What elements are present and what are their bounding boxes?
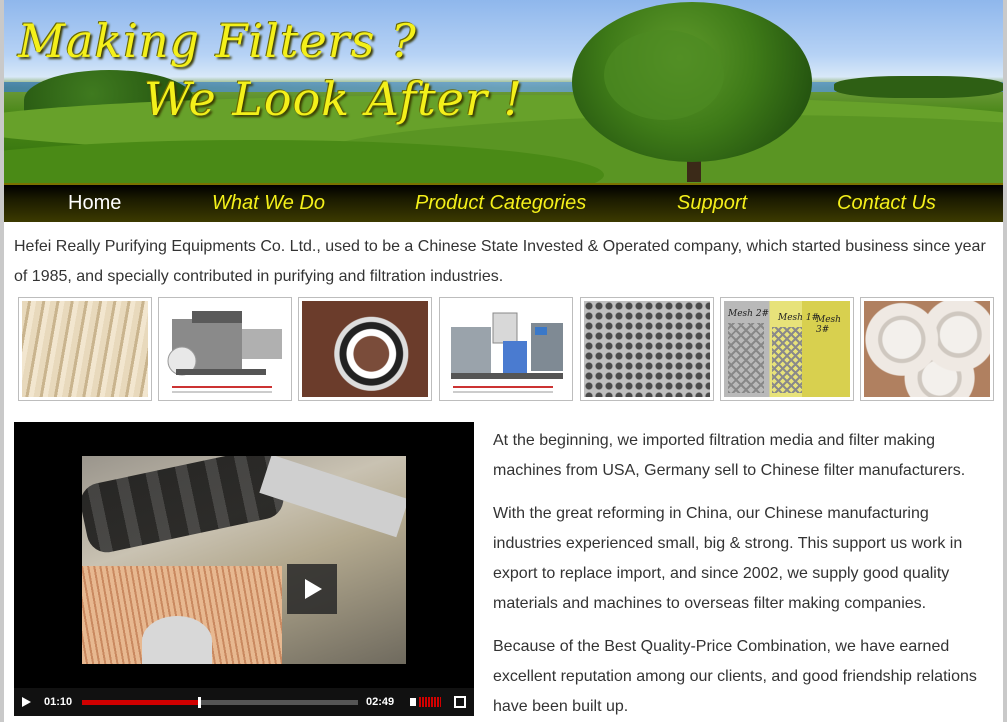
play-icon[interactable] <box>287 564 337 614</box>
seek-bar[interactable] <box>82 697 358 708</box>
seek-handle[interactable] <box>197 697 201 708</box>
nav-item-what-we-do[interactable]: What We Do <box>212 192 325 215</box>
filter-pleating-machine-thumb[interactable] <box>158 297 292 401</box>
mesh-sample <box>772 327 802 393</box>
expanded-metal-mesh-thumb[interactable]: Mesh 2# Mesh 1# Mesh 3# <box>720 297 854 401</box>
perforated-metal-sheet-thumb[interactable] <box>580 297 714 401</box>
nav-item-home[interactable]: Home <box>68 192 121 215</box>
story-paragraph: With the great reforming in China, our C… <box>493 505 963 612</box>
product-thumbnail-strip: Mesh 2# Mesh 1# Mesh 3# <box>18 297 998 401</box>
seek-progress <box>82 700 198 705</box>
banner-tree-highlight <box>604 30 724 120</box>
pleated-filter-media-thumb[interactable] <box>18 297 152 401</box>
video-frame <box>82 456 406 664</box>
company-intro: Hefei Really Purifying Equipments Co. Lt… <box>14 238 986 285</box>
banner-slogan-line1: Making Filters ? <box>18 14 417 68</box>
mesh-tag: Mesh 2# <box>728 309 770 319</box>
current-time: 01:10 <box>44 696 73 708</box>
duration: 02:49 <box>366 696 395 708</box>
video-scene-rollers <box>82 456 288 557</box>
video-scene-cylinder <box>142 616 212 664</box>
video-controls: 01:10 02:49 <box>14 688 474 716</box>
machine-illustration <box>167 311 282 393</box>
banner-slogan-line2: We Look After ! <box>144 72 524 126</box>
main-nav: Home What We Do Product Categories Suppo… <box>4 183 1003 222</box>
filter-curing-machine-thumb[interactable] <box>439 297 573 401</box>
volume-control[interactable] <box>410 695 442 709</box>
nav-item-product-categories[interactable]: Product Categories <box>415 192 586 215</box>
mesh-tag: Mesh 1# <box>778 313 820 323</box>
plastic-end-caps-thumb[interactable] <box>860 297 994 401</box>
nav-item-contact-us[interactable]: Contact Us <box>837 192 936 215</box>
mesh-tag: Mesh 3# <box>816 315 841 335</box>
video-player[interactable]: 01:10 02:49 <box>14 422 474 716</box>
play-button-icon[interactable] <box>22 697 31 707</box>
curing-machine-illustration <box>451 312 563 393</box>
story-paragraph: At the beginning, we imported filtration… <box>493 432 966 479</box>
header-banner: Making Filters ? We Look After ! <box>4 0 1003 183</box>
volume-level[interactable] <box>419 697 441 707</box>
fullscreen-icon[interactable] <box>454 696 466 708</box>
nav-item-support[interactable]: Support <box>677 192 747 215</box>
rubber-gasket-ring-thumb[interactable] <box>298 297 432 401</box>
banner-trees-right <box>834 76 1003 98</box>
video-scene-arm <box>259 456 406 538</box>
mesh-sample <box>728 323 764 393</box>
story-paragraph: Because of the Best Quality-Price Combin… <box>493 638 977 715</box>
company-story: At the beginning, we imported filtration… <box>493 426 993 722</box>
speaker-icon[interactable] <box>410 698 416 706</box>
